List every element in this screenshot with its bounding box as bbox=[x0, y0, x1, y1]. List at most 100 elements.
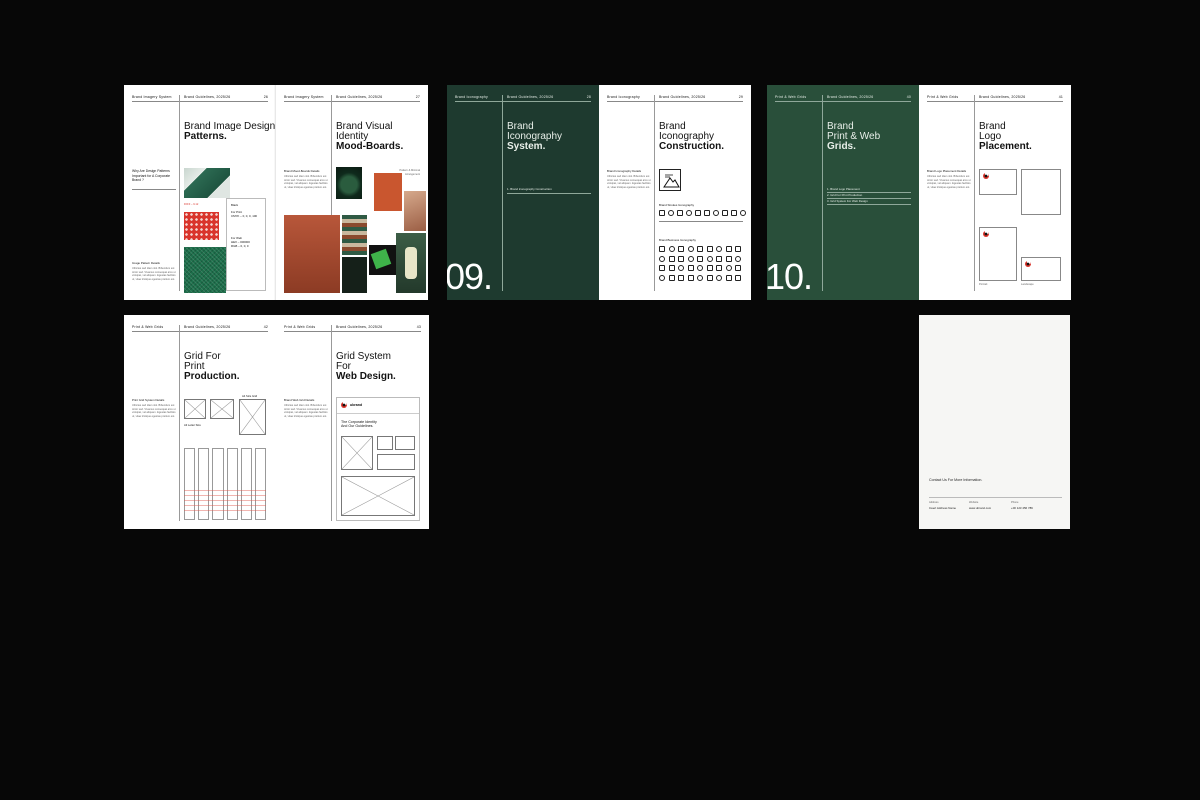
business-icon bbox=[678, 265, 684, 271]
web-block-2 bbox=[377, 436, 393, 450]
business-icon bbox=[716, 246, 722, 252]
page-logo-placement: Print & Web Grids Brand Guidelines, 2025… bbox=[919, 85, 1071, 300]
caption-portrait: Portrait bbox=[979, 283, 988, 286]
logo-frame-1 bbox=[979, 169, 1017, 195]
red-measure-lines bbox=[184, 490, 266, 514]
brand-logo-icon bbox=[341, 402, 347, 408]
website-value: www.ubrand.com bbox=[969, 506, 992, 510]
mood-image-orange bbox=[374, 173, 402, 211]
construction-icon bbox=[659, 169, 681, 191]
grid-thumb-3 bbox=[239, 399, 266, 435]
stroke-icon bbox=[704, 210, 710, 216]
header-rule bbox=[455, 101, 591, 102]
a3-label: A3 Letter Size bbox=[184, 424, 201, 427]
page-title: Grid For Print Production. bbox=[184, 351, 240, 382]
page-number: 43 bbox=[416, 325, 421, 329]
column-rule bbox=[654, 95, 655, 291]
header-rule bbox=[927, 101, 1063, 102]
logo-frame-2 bbox=[1021, 169, 1061, 215]
business-icon bbox=[697, 274, 703, 281]
business-icon bbox=[678, 246, 684, 252]
toc-item: 1. Brand Iconography Construction bbox=[507, 187, 552, 191]
page-back-cover: Contact Us For More Information. Address… bbox=[919, 315, 1070, 529]
business-icon bbox=[725, 265, 732, 271]
business-icon bbox=[668, 274, 675, 281]
business-icon bbox=[716, 255, 722, 262]
business-icon bbox=[697, 246, 703, 252]
business-icon bbox=[735, 265, 741, 271]
question-text: Why Are Design Patterns Important for A … bbox=[132, 169, 171, 183]
brand-name: ubrand bbox=[350, 403, 363, 407]
pattern-image-knit bbox=[184, 247, 226, 293]
page-header-right: Brand Guidelines, 2025/26 bbox=[336, 325, 383, 329]
page-title: Grid System For Web Design. bbox=[336, 351, 396, 382]
section-title: Brand Iconography System. bbox=[507, 121, 563, 152]
business-icon bbox=[706, 246, 713, 252]
business-icon bbox=[659, 246, 665, 252]
phone-label: Phone bbox=[1011, 501, 1019, 504]
grid-thumb-2 bbox=[210, 399, 234, 419]
column-rule bbox=[822, 95, 823, 291]
stroke-icon bbox=[659, 210, 665, 216]
color-swatch-card: Black For Print CMYK – 0, 0, 0, 100 For … bbox=[226, 198, 266, 291]
business-icon bbox=[706, 255, 713, 262]
toc-item-3: 3. Grid System For Web Design bbox=[827, 199, 868, 203]
business-icon bbox=[687, 255, 694, 262]
body-text: Ultricies sed diam nisl. Bibendum est to… bbox=[927, 175, 971, 189]
mood-image-palette bbox=[342, 215, 367, 255]
brand-logo-icon bbox=[983, 173, 989, 179]
business-icon bbox=[716, 265, 722, 271]
business-icon bbox=[725, 274, 732, 281]
mood-image-tubes bbox=[284, 215, 340, 293]
stroke-icon bbox=[713, 210, 719, 216]
business-icon bbox=[735, 246, 741, 252]
page-header-right: Brand Guidelines, 2025/26 bbox=[507, 95, 554, 99]
business-label: Brand Business Iconography bbox=[659, 238, 696, 242]
a4-label: A4 Size Grid bbox=[242, 395, 258, 398]
mood-image-dark bbox=[342, 257, 367, 293]
column-rule bbox=[179, 325, 180, 521]
business-icon bbox=[697, 265, 703, 271]
page-iconography-divider: Brand Iconography Brand Guidelines, 2025… bbox=[447, 85, 599, 300]
page-header-right: Brand Guidelines, 2025/26 bbox=[827, 95, 874, 99]
brand-logo-icon bbox=[983, 231, 989, 237]
stroke-icon bbox=[731, 210, 737, 216]
page-number: 40 bbox=[906, 95, 911, 99]
page-mood-boards: Brand Imagery System Brand Guidelines, 2… bbox=[276, 85, 428, 300]
stroke-icon bbox=[677, 210, 683, 216]
mood-image-bottle bbox=[336, 167, 362, 199]
details-label: Brand Iconography Details bbox=[607, 169, 642, 173]
page-header-left: Brand Imagery System bbox=[284, 95, 324, 99]
page-header-left: Print & Web Grids bbox=[775, 95, 807, 99]
mood-image-hands bbox=[404, 191, 426, 231]
mountain-icon bbox=[663, 174, 680, 188]
stroke-icon bbox=[695, 210, 701, 216]
business-icon bbox=[706, 265, 713, 271]
business-icon bbox=[659, 274, 665, 281]
logo-frame-3 bbox=[979, 227, 1017, 281]
web-block-5 bbox=[341, 476, 415, 516]
header-rule bbox=[132, 331, 268, 332]
header-rule bbox=[284, 331, 421, 332]
business-icon bbox=[659, 255, 665, 262]
business-icon bbox=[725, 255, 732, 262]
page-number: 26 bbox=[263, 95, 268, 99]
icon-rule bbox=[659, 221, 743, 222]
page-number: 42 bbox=[263, 325, 268, 329]
website-label: Website bbox=[969, 501, 979, 504]
logo-frame-4 bbox=[1021, 257, 1061, 281]
page-print-grid: Print & Web Grids Brand Guidelines, 2025… bbox=[124, 315, 276, 529]
section-number: 09. bbox=[447, 256, 493, 297]
page-header-right: Brand Guidelines, 2025/26 bbox=[979, 95, 1026, 99]
header-rule bbox=[284, 101, 420, 102]
business-icon bbox=[659, 265, 665, 271]
phone-value: +00 123 456 789 bbox=[1011, 506, 1033, 510]
brand-logo-icon bbox=[1025, 261, 1031, 267]
business-icon bbox=[687, 265, 694, 271]
web-mockup: ubrand The Corporate Identity And Our Gu… bbox=[336, 397, 420, 521]
body-text: Ultricies sed diam nisl. Bibendum est to… bbox=[284, 175, 328, 189]
section-number: 10. bbox=[767, 256, 813, 297]
caption-landscape: Landscape bbox=[1021, 283, 1034, 286]
page-number: 28 bbox=[586, 95, 591, 99]
details-label: Brand Logo Placement Details bbox=[927, 169, 967, 173]
